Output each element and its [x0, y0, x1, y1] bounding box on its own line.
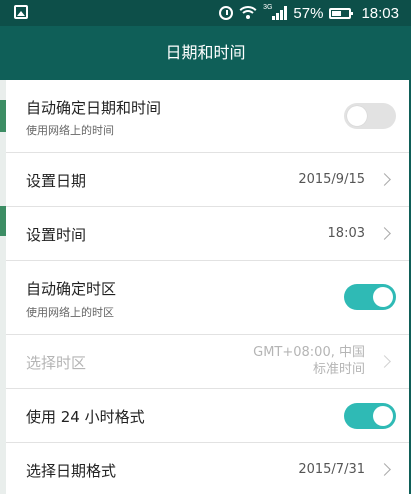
set-date-row[interactable]: 设置日期 2015/9/15 [6, 153, 409, 207]
auto-timezone-row[interactable]: 自动确定时区 使用网络上的时区 [6, 261, 409, 335]
auto-datetime-row[interactable]: 自动确定日期和时间 使用网络上的时间 [6, 80, 409, 153]
use-24h-toggle[interactable] [344, 403, 396, 429]
auto-datetime-title: 自动确定日期和时间 [26, 99, 162, 117]
network-type-label: 3G [263, 3, 273, 11]
select-timezone-value: GMT+08:00, 中国 标准时间 [253, 344, 365, 378]
auto-timezone-title: 自动确定时区 [26, 280, 117, 298]
chevron-right-icon [378, 355, 391, 368]
set-time-row[interactable]: 设置时间 18:03 [6, 207, 409, 261]
select-timezone-title: 选择时区 [26, 354, 87, 372]
toggle-knob [347, 106, 367, 126]
set-time-value: 18:03 [327, 226, 365, 241]
settings-list: 自动确定日期和时间 使用网络上的时间 设置日期 2015/9/15 设置时间 1… [6, 80, 409, 494]
image-notification-icon [14, 5, 28, 19]
wifi-icon [239, 6, 258, 20]
auto-timezone-toggle[interactable] [344, 284, 396, 310]
status-bar: 3G 57% 18:03 [0, 0, 411, 26]
chevron-right-icon [378, 463, 391, 476]
auto-datetime-subtitle: 使用网络上的时间 [26, 124, 114, 137]
alarm-icon [219, 6, 234, 20]
set-date-title: 设置日期 [26, 172, 87, 190]
battery-percent: 57% [293, 4, 324, 22]
chevron-right-icon [378, 173, 391, 186]
date-format-value: 2015/7/31 [298, 462, 365, 477]
use-24h-row[interactable]: 使用 24 小时格式 [6, 389, 409, 443]
auto-timezone-subtitle: 使用网络上的时区 [26, 306, 114, 319]
battery-icon [329, 7, 354, 19]
date-format-title: 选择日期格式 [26, 462, 117, 480]
status-clock: 18:03 [361, 4, 399, 22]
page-title: 日期和时间 [0, 26, 411, 80]
select-timezone-row: 选择时区 GMT+08:00, 中国 标准时间 [6, 335, 409, 389]
toggle-knob [373, 287, 393, 307]
use-24h-title: 使用 24 小时格式 [26, 408, 145, 426]
timezone-value-line1: GMT+08:00, 中国 [253, 345, 365, 360]
status-icons: 3G 57% 18:03 [219, 3, 399, 23]
timezone-value-line2: 标准时间 [312, 362, 365, 377]
battery-level-fill [332, 10, 342, 16]
auto-datetime-toggle[interactable] [344, 103, 396, 129]
set-date-value: 2015/9/15 [298, 172, 365, 187]
chevron-right-icon [378, 227, 391, 240]
toggle-knob [373, 406, 393, 426]
set-time-title: 设置时间 [26, 226, 87, 244]
date-format-row[interactable]: 选择日期格式 2015/7/31 [6, 443, 409, 494]
signal-icon [272, 6, 288, 20]
